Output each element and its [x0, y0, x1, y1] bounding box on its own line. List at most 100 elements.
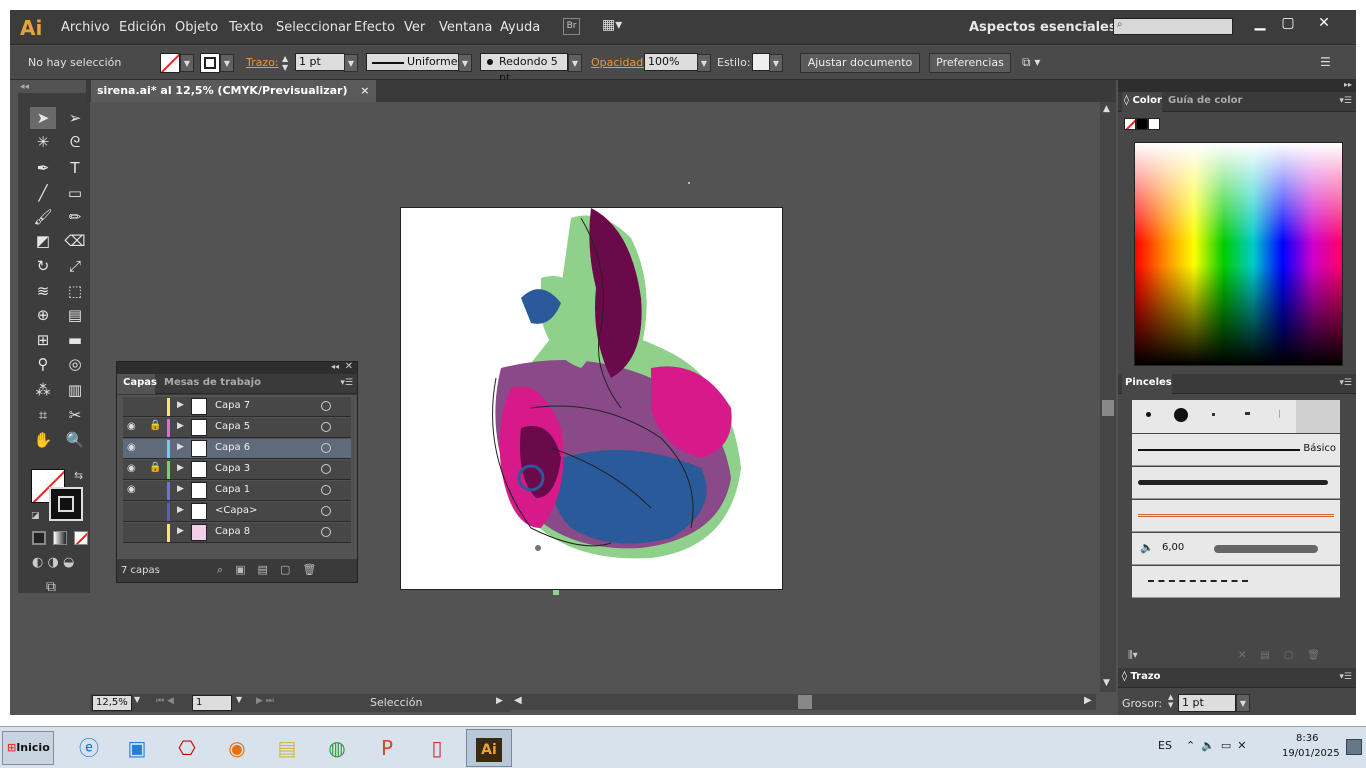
expand-triangle-icon[interactable]: ▶: [177, 400, 184, 410]
brush-swatch-thin[interactable]: [1279, 410, 1280, 418]
stroke-color-box[interactable]: [49, 487, 83, 521]
selection-tool-icon[interactable]: ➤: [30, 107, 56, 129]
visibility-icon[interactable]: ◉: [127, 421, 136, 432]
blend-tool-icon[interactable]: ◎: [62, 353, 88, 375]
chrome-icon[interactable]: ◍: [318, 731, 356, 765]
arrange-icon[interactable]: ⧉ ▾: [1022, 55, 1040, 70]
color-spectrum[interactable]: [1134, 142, 1343, 366]
layer-name[interactable]: <Capa>: [215, 505, 257, 516]
clock-time[interactable]: 8:36: [1296, 733, 1318, 744]
horizontal-scroll-thumb[interactable]: [798, 695, 812, 709]
visibility-icon[interactable]: ◉: [127, 463, 136, 474]
brush-decorative[interactable]: [1132, 500, 1340, 532]
scroll-left-icon[interactable]: ◀: [514, 695, 522, 706]
horizontal-scrollbar[interactable]: ◀ ▶: [510, 694, 1096, 710]
scroll-right-icon[interactable]: ▶: [1084, 695, 1092, 706]
target-circle-icon[interactable]: [321, 506, 331, 516]
panel-menu-icon[interactable]: ☰: [1320, 55, 1331, 69]
gradient-mode-icon[interactable]: [53, 531, 67, 545]
blob-brush-tool-icon[interactable]: ◩: [30, 230, 56, 252]
expand-triangle-icon[interactable]: ▶: [177, 526, 184, 536]
status-menu-icon[interactable]: ▶: [496, 696, 503, 706]
width-tool-icon[interactable]: ≋: [30, 280, 56, 302]
brush-swatch-tiny[interactable]: [1212, 413, 1215, 416]
minimize-button[interactable]: ▁: [1246, 12, 1274, 34]
none-mode-icon[interactable]: [74, 531, 88, 545]
brush-definition-field[interactable]: Redondo 5 pt.: [480, 53, 568, 84]
target-circle-icon[interactable]: [321, 527, 331, 537]
lock-icon[interactable]: 🔒: [149, 420, 161, 431]
page-field[interactable]: 1: [192, 695, 232, 711]
screen-mode-icon[interactable]: ⧉: [46, 579, 56, 595]
tray-icons[interactable]: ⌃🔈▭✕: [1186, 739, 1253, 752]
illustrator-taskbar-button[interactable]: Ai: [466, 729, 512, 767]
menu-ayuda[interactable]: Ayuda: [500, 20, 540, 35]
internet-explorer-icon[interactable]: ⓔ: [70, 731, 108, 765]
file-explorer-icon[interactable]: ▤: [268, 731, 306, 765]
firefox-icon[interactable]: ◉: [218, 731, 256, 765]
line-tool-icon[interactable]: ╱: [30, 182, 56, 204]
eraser-tool-icon[interactable]: ⌫: [62, 230, 88, 252]
swap-colors-icon[interactable]: ⇆: [74, 469, 83, 482]
target-circle-icon[interactable]: [321, 485, 331, 495]
draw-mode-icons[interactable]: ◐ ◑ ◒: [32, 555, 74, 570]
tab-trazo[interactable]: ◊ Trazo: [1122, 671, 1161, 682]
expand-triangle-icon[interactable]: ▶: [177, 505, 184, 515]
language-indicator[interactable]: ES: [1158, 739, 1172, 752]
acrobat-icon[interactable]: ⎔: [168, 731, 206, 765]
brush-footer-icons[interactable]: ✕▤▢🗑: [1238, 650, 1334, 661]
brush-basic[interactable]: Básico: [1132, 434, 1340, 466]
stroke-stepper[interactable]: ▲ ▼: [282, 54, 294, 72]
brushes-menu-icon[interactable]: ▾☰: [1339, 378, 1352, 388]
artboard-tool-icon[interactable]: ⌗: [30, 404, 56, 426]
document-app-icon[interactable]: ▯: [418, 731, 456, 765]
brush-dropdown[interactable]: ▼: [568, 54, 582, 72]
show-desktop-button[interactable]: [1346, 739, 1362, 755]
layer-row[interactable]: ▶ Capa 8: [123, 523, 351, 543]
direct-selection-tool-icon[interactable]: ➢: [62, 107, 88, 129]
menu-objeto[interactable]: Objeto: [175, 20, 218, 35]
scroll-up-icon[interactable]: ▲: [1103, 104, 1110, 114]
shape-builder-tool-icon[interactable]: ⊕: [30, 304, 56, 326]
stroke-weight-field[interactable]: 1 pt: [295, 53, 345, 71]
target-circle-icon[interactable]: [321, 464, 331, 474]
menu-seleccionar[interactable]: Seleccionar: [276, 20, 351, 35]
type-tool-icon[interactable]: T: [62, 157, 88, 179]
workspace-switcher[interactable]: Aspectos esenciales: [969, 20, 1117, 35]
brush-bristle[interactable]: 🔈 6,00: [1132, 533, 1340, 565]
weight-dropdown[interactable]: ▼: [1236, 694, 1250, 712]
opacity-label[interactable]: Opacidad:: [591, 56, 647, 69]
maximize-button[interactable]: ▢: [1274, 12, 1302, 34]
scroll-down-icon[interactable]: ▼: [1103, 678, 1110, 688]
layer-name[interactable]: Capa 3: [215, 463, 250, 474]
brush-dashed[interactable]: [1132, 566, 1340, 598]
target-circle-icon[interactable]: [321, 422, 331, 432]
brush-swatch-small[interactable]: [1146, 412, 1151, 417]
pencil-tool-icon[interactable]: ✏: [62, 206, 88, 228]
default-colors-icon[interactable]: ◪: [31, 511, 40, 521]
stroke-profile-dropdown[interactable]: ▼: [458, 54, 472, 72]
visibility-icon[interactable]: ◉: [127, 442, 136, 453]
lock-icon[interactable]: 🔒: [149, 462, 161, 473]
hand-tool-icon[interactable]: ✋: [30, 429, 56, 451]
close-tab-icon[interactable]: ×: [360, 80, 369, 102]
layer-row[interactable]: ▶ Capa 7: [123, 397, 351, 417]
layer-row[interactable]: ◉ 🔒 ▶ Capa 3: [123, 460, 351, 480]
zoom-dropdown[interactable]: ▼: [134, 695, 140, 704]
menu-texto[interactable]: Texto: [229, 20, 263, 35]
document-tab[interactable]: sirena.ai* al 12,5% (CMYK/Previsualizar)…: [91, 80, 376, 102]
opacity-dropdown[interactable]: ▼: [697, 54, 711, 72]
expand-triangle-icon[interactable]: ▶: [177, 442, 184, 452]
scale-tool-icon[interactable]: ⤢: [62, 255, 88, 277]
none-swatch[interactable]: [1124, 118, 1136, 130]
first-page-icon[interactable]: ⏮ ◀: [156, 696, 174, 706]
free-transform-tool-icon[interactable]: ⬚: [62, 280, 88, 302]
stroke-label[interactable]: Trazo:: [246, 56, 279, 69]
expand-dock-icon[interactable]: ▸▸: [1344, 80, 1352, 89]
layer-name[interactable]: Capa 8: [215, 526, 250, 537]
opacity-field[interactable]: 100%: [644, 53, 698, 71]
stroke-profile-field[interactable]: Uniforme: [366, 53, 459, 71]
visibility-icon[interactable]: ◉: [127, 484, 136, 495]
stroke-menu-icon[interactable]: ▾☰: [1339, 672, 1352, 682]
black-swatch[interactable]: [1136, 118, 1148, 130]
